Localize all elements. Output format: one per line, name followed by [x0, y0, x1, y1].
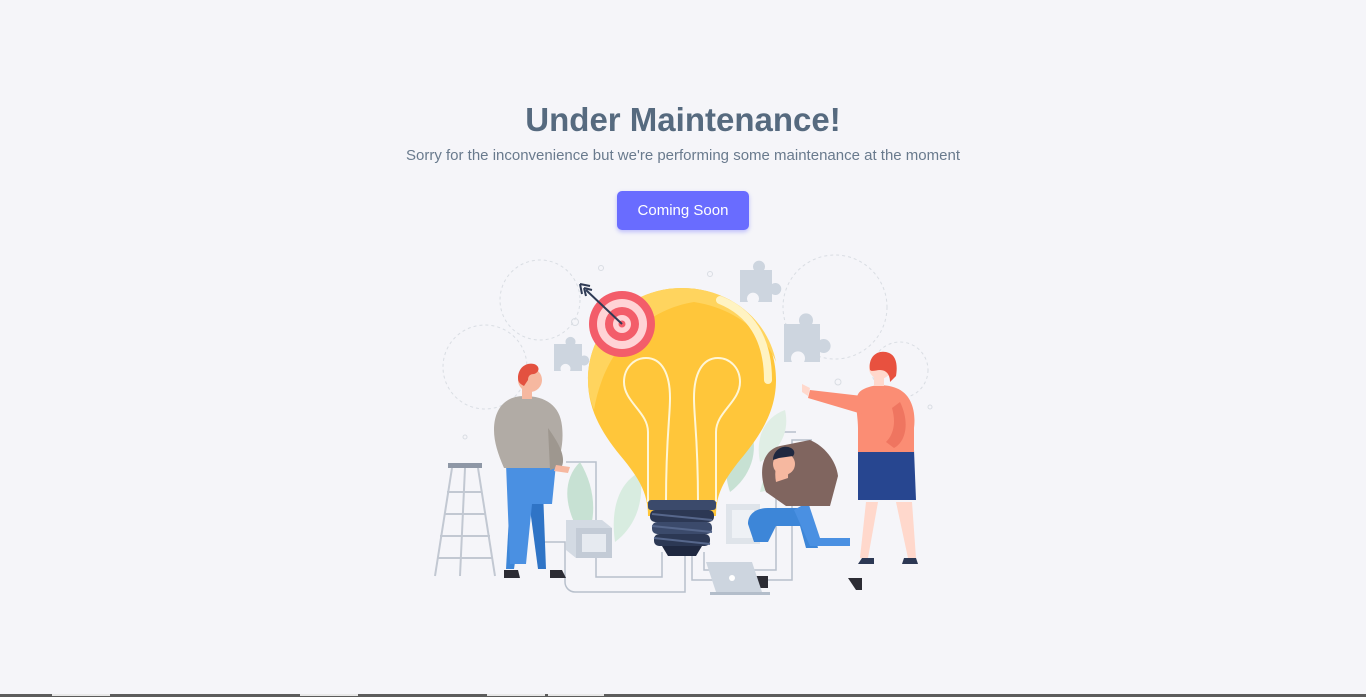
coming-soon-button[interactable]: Coming Soon — [617, 191, 749, 230]
person-kneeling — [746, 440, 862, 590]
page-title: Under Maintenance! — [525, 101, 841, 138]
maintenance-page: Under Maintenance! Sorry for the inconve… — [0, 0, 1366, 697]
page-subtitle: Sorry for the inconvenience but we're pe… — [406, 147, 960, 164]
ladder-icon — [434, 463, 496, 577]
person-left — [494, 363, 570, 578]
maintenance-illustration — [434, 254, 933, 595]
